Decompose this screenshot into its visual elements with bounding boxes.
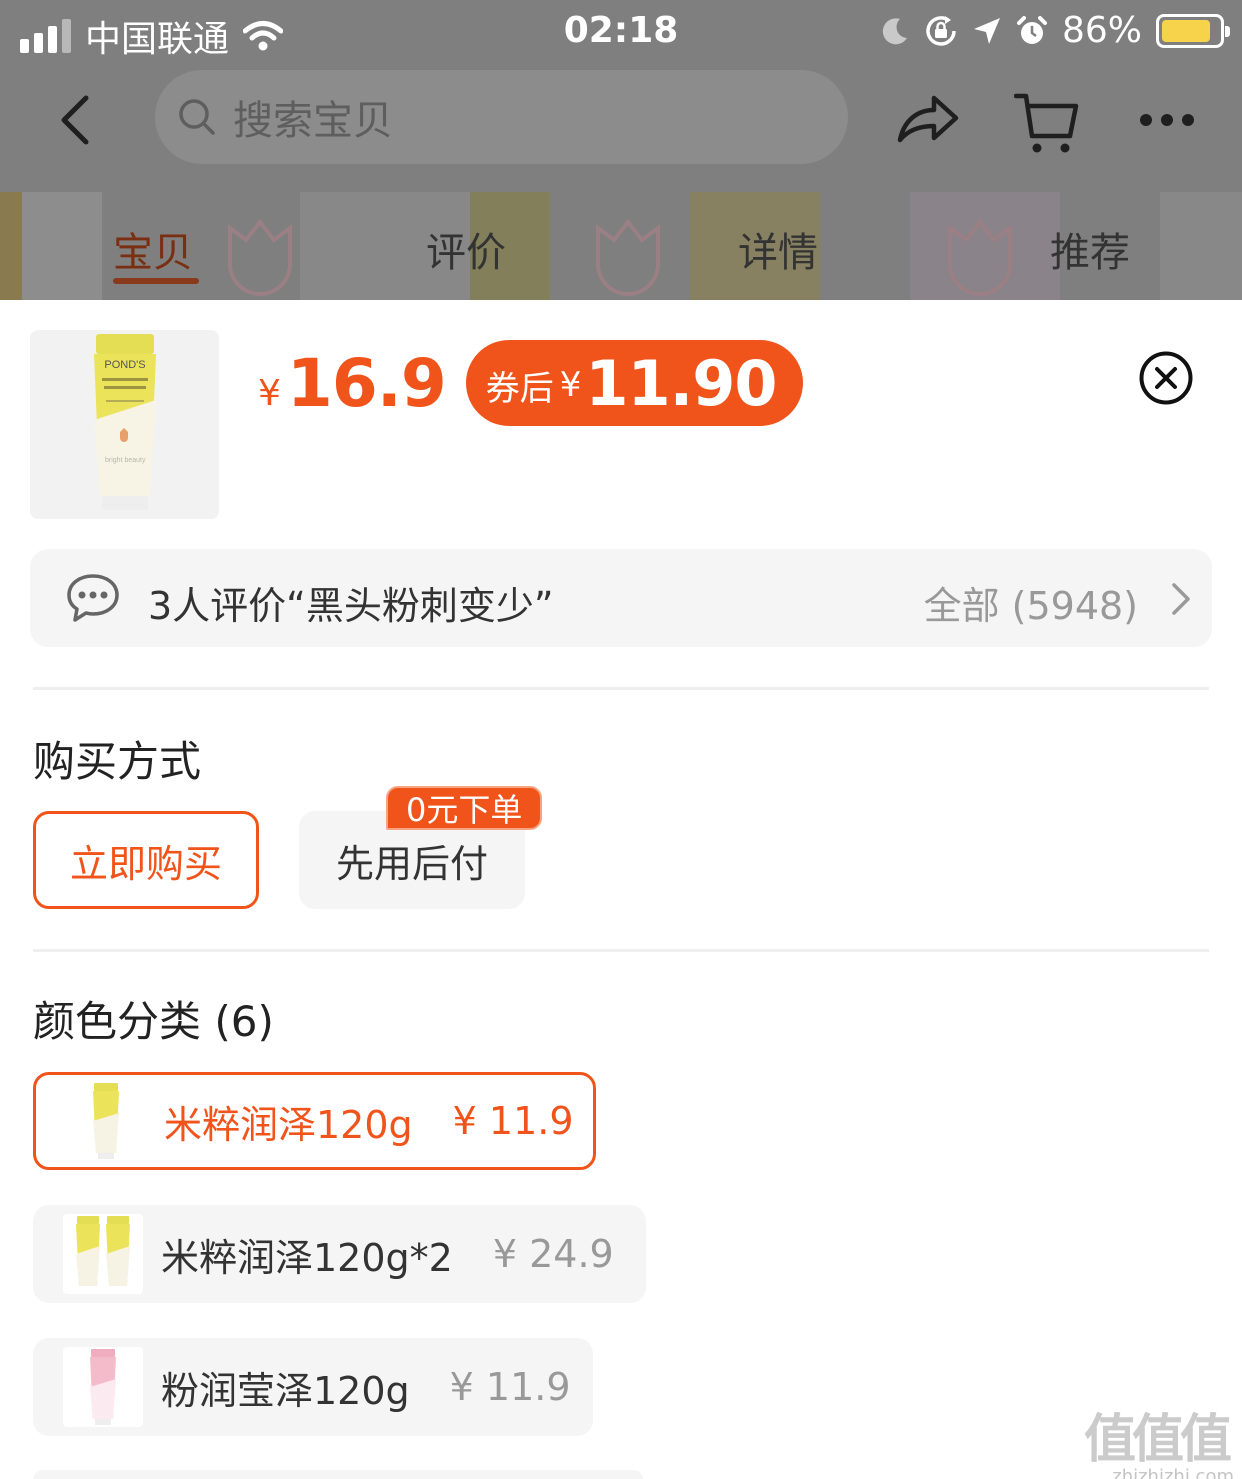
- chat-bubble-icon: [67, 574, 119, 622]
- tab-details[interactable]: 详情: [738, 220, 818, 278]
- sku-price: ¥ 11.9: [452, 1099, 574, 1143]
- sku-price: ¥ 24.9: [492, 1232, 614, 1276]
- watermark: 值值值 zhizhizhi.com: [1084, 1397, 1234, 1479]
- sku-thumbnail: [63, 1347, 143, 1427]
- price-value: 16.9: [286, 344, 447, 422]
- sku-option-mi-120g[interactable]: 米粹润泽120g ¥ 11.9: [33, 1072, 596, 1170]
- sku-option-pink-120g[interactable]: 粉润莹泽120g ¥ 11.9: [33, 1338, 593, 1436]
- sku-option-mi-120g-x2[interactable]: 米粹润泽120g*2 ¥ 24.9: [33, 1205, 646, 1303]
- chevron-right-icon: [1172, 583, 1190, 615]
- tab-bar: 宝贝 评价 详情 推荐: [0, 192, 1242, 300]
- orientation-lock-icon: [926, 15, 956, 46]
- color-category-title: 颜色分类 (6): [33, 997, 274, 1046]
- dimmed-background[interactable]: 中国联通 02:18 86% 搜索宝贝 宝贝 评价 详情 推荐: [0, 0, 1242, 300]
- sku-name: 粉润莹泽120g: [161, 1368, 410, 1413]
- purchase-method-title: 购买方式: [33, 737, 202, 786]
- sku-name: 米粹润泽120g: [164, 1102, 413, 1147]
- status-bar: 中国联通 02:18 86%: [0, 0, 1242, 64]
- back-icon[interactable]: [52, 92, 102, 148]
- coupon-label: 券后: [485, 368, 554, 409]
- price-currency: ¥: [258, 372, 281, 414]
- review-all-link[interactable]: 全部 (5948): [924, 575, 1138, 630]
- search-icon: [179, 99, 215, 135]
- product-tube-image: POND'S bright beauty: [94, 334, 156, 510]
- search-input[interactable]: 搜索宝贝: [155, 70, 848, 164]
- thumb-tagline: bright beauty: [105, 457, 146, 464]
- product-thumbnail[interactable]: POND'S bright beauty: [30, 330, 219, 519]
- coupon-price-pill: 券后 ¥ 11.90: [465, 340, 803, 426]
- coupon-price: 11.90: [585, 346, 777, 420]
- battery-percent: 86%: [1061, 10, 1142, 51]
- sku-price: ¥ 11.9: [449, 1365, 571, 1409]
- flower-logo-icon: [948, 218, 1012, 296]
- flower-logo-icon: [228, 218, 292, 296]
- watermark-logo: 值值值: [1084, 1410, 1232, 1470]
- sku-thumbnail: [66, 1081, 146, 1161]
- sku-name: 米粹润泽120g*2: [161, 1235, 453, 1280]
- divider: [33, 687, 1209, 690]
- more-icon[interactable]: [1138, 112, 1196, 128]
- thumb-brand: POND'S: [104, 359, 145, 371]
- tab-reviews[interactable]: 评价: [426, 220, 506, 278]
- battery-fill: [1162, 19, 1211, 42]
- buy-now-option[interactable]: 立即购买: [33, 811, 259, 909]
- battery-icon: [1156, 13, 1230, 48]
- review-summary-text: 3人评价“黑头粉刺变少”: [148, 584, 554, 628]
- share-icon[interactable]: [896, 88, 960, 150]
- sku-sheet: POND'S bright beauty ¥ 16.9 券后 ¥ 11.90 3…: [0, 300, 1242, 1479]
- tab-recommend[interactable]: 推荐: [1050, 220, 1130, 278]
- banner-strip: [22, 192, 102, 300]
- coupon-currency: ¥: [559, 365, 582, 405]
- moon-icon: [882, 17, 907, 44]
- price-row: ¥ 16.9 券后 ¥ 11.90: [258, 340, 803, 426]
- zero-down-badge: 0元下单: [386, 786, 543, 830]
- tab-underline: [113, 278, 199, 284]
- banner-strip: [1160, 192, 1242, 300]
- divider: [33, 949, 1209, 952]
- flower-logo-icon: [596, 218, 660, 296]
- sku-option-peek[interactable]: [33, 1470, 643, 1479]
- location-icon: [973, 17, 1000, 44]
- cart-icon[interactable]: [1014, 90, 1080, 156]
- close-icon[interactable]: [1139, 351, 1193, 405]
- banner-strip: [0, 192, 22, 300]
- sku-thumbnail: [63, 1214, 143, 1294]
- tab-baobei[interactable]: 宝贝: [113, 220, 193, 278]
- review-summary-bar[interactable]: 3人评价“黑头粉刺变少” 全部 (5948): [30, 549, 1212, 647]
- alarm-icon: [1016, 15, 1047, 44]
- search-placeholder: 搜索宝贝: [233, 98, 393, 144]
- nav-bar: 搜索宝贝: [0, 70, 1242, 170]
